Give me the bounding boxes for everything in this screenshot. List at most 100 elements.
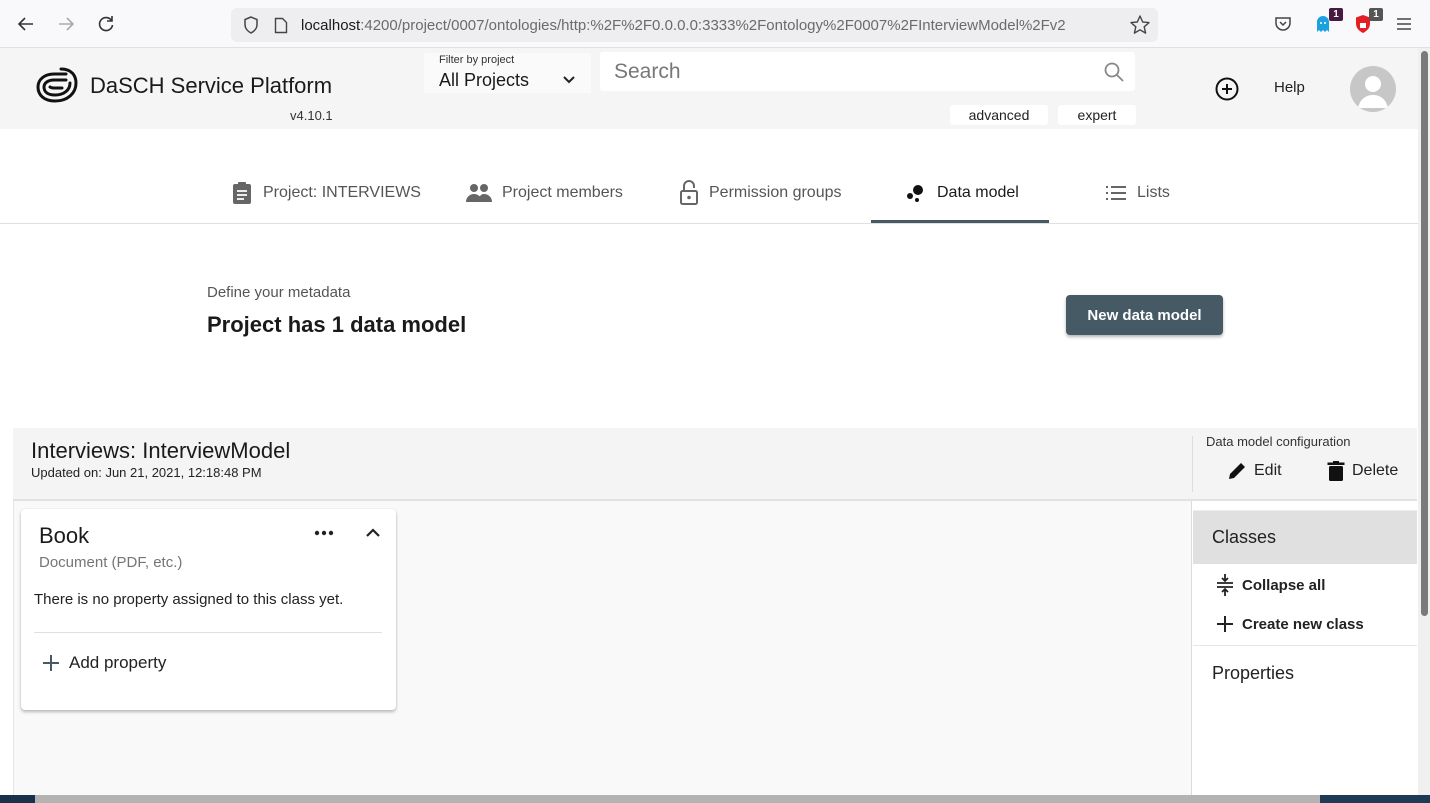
pocket-icon [1275,17,1291,31]
plus-icon [1217,616,1233,632]
tab-label: Project members [502,184,623,201]
tab-project[interactable]: Project: INTERVIEWS [231,181,421,223]
unfold-less-icon [1217,574,1233,596]
app-menu-button[interactable] [1392,12,1416,36]
tab-label: Permission groups [709,184,842,201]
edit-label: Edit [1254,462,1282,479]
ontology-updated: Updated on: Jun 21, 2021, 12:18:48 PM [31,465,262,480]
shield-icon [241,15,261,35]
tab-lists[interactable]: Lists [1105,181,1170,223]
project-filter-select[interactable]: Filter by project All Projects [424,53,591,93]
no-property-message: There is no property assigned to this cl… [34,591,344,608]
scrollbar-thumb[interactable] [1421,51,1428,616]
bubble-chart-icon [905,181,927,205]
page-icon [271,15,291,35]
chevron-up-icon [366,528,380,537]
search-input[interactable] [614,52,1084,91]
intro-title: Project has 1 data model [207,312,467,337]
arrow-right-icon [59,17,75,31]
collapse-all-button[interactable]: Collapse all [1215,573,1325,597]
add-button[interactable] [1214,76,1240,107]
ghostery-badge: 1 [1329,8,1343,21]
divider [1193,645,1417,646]
more-horiz-icon [314,530,334,536]
browser-toolbar: localhost:4200/project/0007/ontologies/h… [0,0,1430,48]
app-header: DaSCH Service Platform v4.10.1 Filter by… [0,48,1418,129]
url-bar[interactable]: localhost:4200/project/0007/ontologies/h… [231,8,1158,42]
reload-button[interactable] [94,12,118,36]
add-circle-icon [1215,77,1239,101]
url-path: :4200/project/0007/ontologies/http:%2F%2… [360,16,1066,34]
expert-search-button[interactable]: expert [1058,105,1136,125]
dasch-logo-icon[interactable] [36,66,78,104]
divider [34,632,382,633]
lock-open-icon [679,180,699,205]
ghostery-extension[interactable]: 1 [1311,8,1343,36]
people-icon [466,181,492,205]
tab-project-members[interactable]: Project members [466,181,623,223]
create-class-label: Create new class [1242,615,1364,633]
create-new-class-button[interactable]: Create new class [1215,614,1364,634]
ontology-sidebar: Classes Collapse all Create new class Pr… [1193,501,1417,795]
tab-label: Data model [937,184,1019,201]
search-box [600,52,1135,91]
pocket-extension[interactable] [1271,12,1295,36]
intro-subtitle: Define your metadata [207,284,351,301]
page-scrollbar[interactable] [1418,48,1430,798]
divider [1192,436,1193,492]
user-icon [1358,76,1388,108]
search-icon[interactable] [1103,61,1125,83]
filter-label: Filter by project [439,54,515,66]
delete-label: Delete [1352,462,1399,479]
active-tab-indicator [871,220,1049,223]
classes-heading: Classes [1212,527,1277,547]
user-avatar[interactable] [1350,66,1396,112]
class-collapse-button[interactable] [364,523,382,548]
class-type: Document (PDF, etc.) [39,554,183,571]
ublock-badge: 1 [1369,8,1383,21]
trash-icon [1327,461,1345,481]
sidebar-classes-heading[interactable]: Classes [1193,511,1417,564]
help-link[interactable]: Help [1274,79,1305,96]
tab-data-model[interactable]: Data model [905,181,1019,223]
class-canvas: Book Document (PDF, etc.) There is no pr… [13,501,1192,795]
reload-icon [98,16,114,32]
bottom-edge [0,795,1430,803]
arrow-left-icon [17,17,33,31]
sidebar-spacer [1193,501,1417,511]
advanced-search-button[interactable]: advanced [950,105,1048,125]
bookmark-star-button[interactable] [1129,14,1151,41]
filter-value: All Projects [439,70,530,90]
bottom-edge-right [1320,795,1430,803]
add-property-label: Add property [69,653,167,672]
hamburger-icon [1397,18,1411,30]
star-icon [1130,15,1150,34]
clipboard-icon [231,181,253,205]
url-host: localhost [301,16,361,34]
class-label: Book [39,523,90,548]
edit-ontology-button[interactable]: Edit [1226,460,1282,482]
collapse-all-label: Collapse all [1242,576,1326,594]
add-property-button[interactable]: Add property [41,653,166,673]
ontology-title: Interviews: InterviewModel [31,438,291,463]
ublock-extension[interactable]: 1 [1351,8,1383,36]
chevron-down-icon [563,76,575,84]
app-title[interactable]: DaSCH Service Platform [90,73,332,99]
pencil-icon [1229,463,1245,479]
forward-button[interactable] [54,12,78,36]
list-icon [1105,181,1127,205]
tab-permission-groups[interactable]: Permission groups [679,180,842,223]
class-more-button[interactable] [313,523,335,548]
new-data-model-button[interactable]: New data model [1066,295,1223,335]
tab-label: Lists [1137,184,1170,201]
class-card: Book Document (PDF, etc.) There is no pr… [21,509,396,710]
bottom-edge-left [0,795,35,803]
ontology-header: Interviews: InterviewModel Updated on: J… [13,428,1417,501]
app-version: v4.10.1 [290,108,333,123]
project-tabs: Project: INTERVIEWS Project members Perm… [0,129,1418,224]
properties-heading[interactable]: Properties [1212,663,1294,684]
config-label: Data model configuration [1206,434,1351,449]
tab-label: Project: INTERVIEWS [263,184,421,201]
back-button[interactable] [14,12,38,36]
delete-ontology-button[interactable]: Delete [1326,460,1398,482]
